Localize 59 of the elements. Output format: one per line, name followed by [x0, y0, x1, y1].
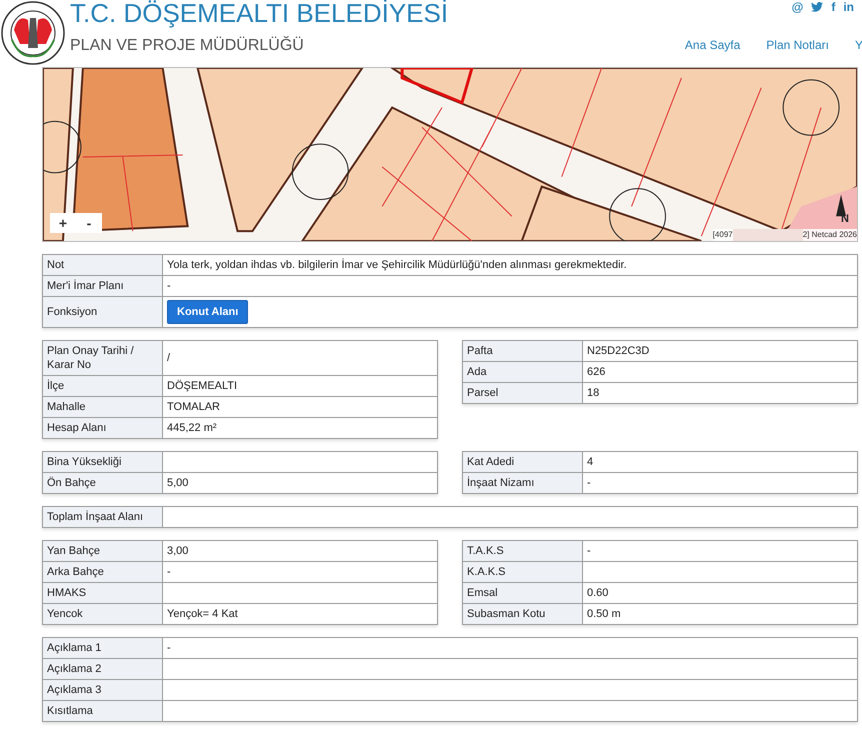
map-attribution: [4097 [712, 229, 733, 241]
field-value: 4 [582, 452, 858, 472]
field-label: Açıklama 3 [42, 680, 162, 700]
field-label: Hesap Alanı [42, 418, 162, 438]
field-label: İlçe [42, 376, 162, 396]
field-label: HMAKS [42, 582, 162, 604]
field-value: - [582, 472, 858, 494]
field-value: 0.60 [582, 582, 858, 604]
redaction-block [732, 229, 803, 241]
field-label: Açıklama 1 [42, 638, 162, 658]
field-value: - [162, 276, 858, 296]
field-label: Fonksiyon [42, 296, 162, 328]
field-label: Yencok [42, 604, 162, 624]
field-label: Yan Bahçe [42, 540, 162, 562]
twitter-icon[interactable] [811, 2, 824, 12]
department-subtitle: PLAN VE PROJE MÜDÜRLÜĞÜ [70, 35, 305, 56]
nav-link[interactable]: Ana Sayfa [684, 36, 740, 54]
field-value: - [582, 540, 858, 562]
field-label: Mahalle [42, 396, 162, 418]
field-label: T.A.K.S [462, 540, 582, 562]
nav-link[interactable]: Plan Notları [766, 36, 829, 54]
field-value: Yola terk, yoldan ihdas vb. bilgilerin İmar ve Şehircilik Müdürlüğü'nden alınması gerekmektedir. [162, 254, 858, 276]
field-value: Yençok= 4 Kat [162, 604, 438, 624]
field-label: Açıklama 2 [42, 658, 162, 680]
field-label: İnşaat Nizamı [462, 472, 582, 494]
field-value: 5,00 [162, 472, 438, 494]
field-value: 445,22 m² [162, 418, 438, 438]
north-label: N [841, 212, 849, 226]
field-label: Emsal [462, 582, 582, 604]
municipality-logo [0, 0, 66, 66]
field-value: / [162, 340, 438, 376]
social-link[interactable]: f [831, 0, 836, 16]
field-value: 0.50 m [582, 604, 858, 624]
field-label: K.A.K.S [462, 562, 582, 582]
field-value: 18 [582, 382, 858, 404]
field-value: N25D22C3D [582, 340, 858, 362]
field-value: - [162, 638, 858, 658]
field-label: Kısıtlama [42, 700, 162, 722]
field-label: Mer'i İmar Planı [42, 276, 162, 296]
field-value: 3,00 [162, 540, 438, 562]
field-label: Arka Bahçe [42, 562, 162, 582]
field-value: - [162, 562, 438, 582]
field-label: Parsel [462, 382, 582, 404]
field-label: Plan Onay Tarihi / Karar No [42, 340, 162, 376]
field-value: DÖŞEMEALTI [162, 376, 438, 396]
field-label: Not [42, 254, 162, 276]
field-label: Kat Adedi [462, 452, 582, 472]
field-label: Bina Yüksekliği [42, 452, 162, 472]
field-label: Ada [462, 362, 582, 382]
field-value: TOMALAR [162, 396, 438, 418]
map-attribution: 2] Netcad 2026 [802, 229, 857, 241]
field-label: Toplam İnşaat Alanı [42, 506, 162, 528]
function-button[interactable]: Konut Alanı [167, 300, 248, 324]
field-label: Subasman Kotu [462, 604, 582, 624]
social-link[interactable]: in [843, 0, 854, 16]
field-label: Ön Bahçe [42, 472, 162, 494]
field-value: 626 [582, 362, 858, 382]
social-link[interactable]: @ [792, 0, 804, 16]
field-label: Pafta [462, 340, 582, 362]
